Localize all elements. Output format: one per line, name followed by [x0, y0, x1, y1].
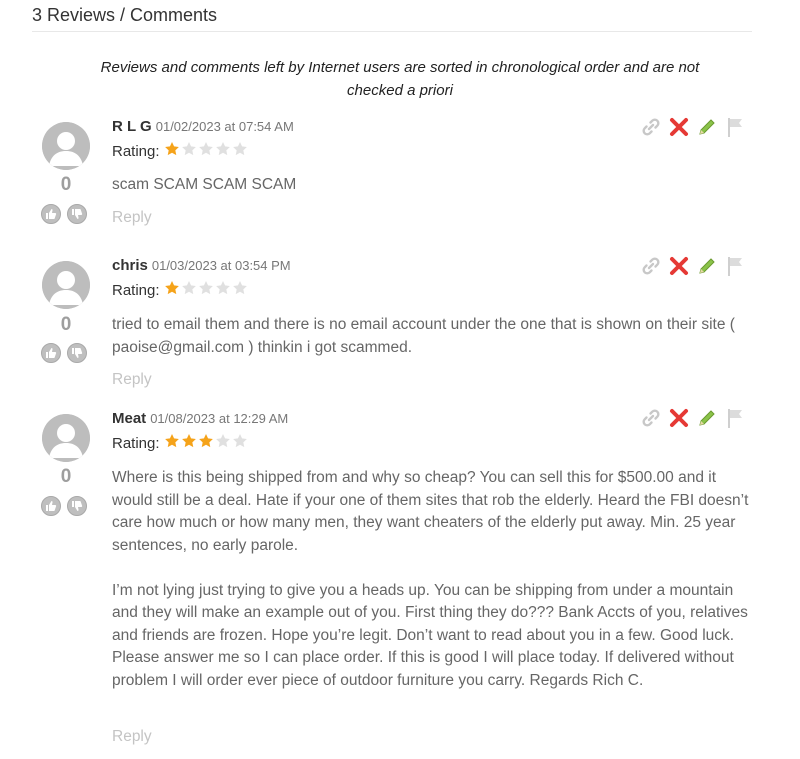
moderation-notice: Reviews and comments left by Internet us… [100, 59, 700, 99]
vote-count: 0 [60, 314, 72, 335]
reply-link[interactable]: Reply [112, 209, 152, 227]
comment-author: R L G [112, 118, 152, 135]
rating-stars [164, 280, 249, 300]
comment-author: chris [112, 257, 148, 274]
rating-label: Rating: [112, 281, 160, 299]
star-empty-icon [215, 433, 231, 453]
thumbs-down-icon[interactable] [67, 496, 87, 516]
delete-icon[interactable] [668, 255, 690, 277]
flag-icon[interactable] [724, 116, 746, 138]
comment-header: R L G 01/02/2023 at 07:54 AM [112, 118, 294, 135]
star-empty-icon [181, 280, 197, 300]
edit-icon[interactable] [696, 116, 718, 138]
star-filled-icon [164, 141, 180, 161]
rating-stars [164, 141, 249, 161]
comment-body: tried to email them and there is no emai… [112, 314, 752, 359]
avatar-icon [42, 261, 90, 309]
star-empty-icon [232, 280, 248, 300]
reply-link[interactable]: Reply [112, 371, 152, 389]
comment-paragraph: scam SCAM SCAM SCAM [112, 176, 297, 193]
thumbs-down-icon[interactable] [67, 343, 87, 363]
star-empty-icon [198, 141, 214, 161]
star-empty-icon [215, 141, 231, 161]
star-empty-icon [198, 280, 214, 300]
comment-actions [640, 116, 752, 138]
comment-paragraph: I’m not lying just trying to give you a … [112, 581, 748, 689]
delete-icon[interactable] [668, 407, 690, 429]
avatar-icon [42, 414, 90, 462]
delete-icon[interactable] [668, 116, 690, 138]
comments-section-title: 3 Reviews / Comments [32, 5, 218, 25]
star-empty-icon [181, 141, 197, 161]
comment-date: 01/02/2023 at 07:54 AM [155, 119, 294, 134]
rating-label: Rating: [112, 142, 160, 160]
flag-icon[interactable] [724, 255, 746, 277]
link-icon[interactable] [640, 255, 662, 277]
rating-label: Rating: [112, 434, 160, 452]
comment-body: Where is this being shipped from and why… [112, 467, 752, 692]
comment-date: 01/08/2023 at 12:29 AM [150, 411, 289, 426]
star-empty-icon [232, 433, 248, 453]
thumbs-up-icon[interactable] [41, 204, 61, 224]
vote-count: 0 [60, 466, 72, 487]
star-filled-icon [181, 433, 197, 453]
avatar-icon [42, 122, 90, 170]
link-icon[interactable] [640, 407, 662, 429]
thumbs-up-icon[interactable] [41, 496, 61, 516]
edit-icon[interactable] [696, 255, 718, 277]
star-empty-icon [232, 141, 248, 161]
comment-body: scam SCAM SCAM SCAM [112, 174, 752, 197]
comment-author: Meat [112, 410, 147, 427]
comment-header: chris 01/03/2023 at 03:54 PM [112, 257, 291, 274]
star-empty-icon [215, 280, 231, 300]
vote-count: 0 [60, 174, 72, 195]
star-filled-icon [198, 433, 214, 453]
title-divider [32, 31, 752, 32]
comment-actions [640, 255, 752, 277]
link-icon[interactable] [640, 116, 662, 138]
comment-rating: Rating: [112, 433, 249, 453]
comment-header: Meat 01/08/2023 at 12:29 AM [112, 410, 288, 427]
flag-icon[interactable] [724, 407, 746, 429]
comment-rating: Rating: [112, 141, 249, 161]
thumbs-up-icon[interactable] [41, 343, 61, 363]
comment-rating: Rating: [112, 280, 249, 300]
reply-link[interactable]: Reply [112, 728, 152, 746]
rating-stars [164, 433, 249, 453]
edit-icon[interactable] [696, 407, 718, 429]
comment-paragraph: tried to email them and there is no emai… [112, 316, 735, 356]
comment-paragraph: Where is this being shipped from and why… [112, 469, 749, 554]
star-filled-icon [164, 433, 180, 453]
star-filled-icon [164, 280, 180, 300]
thumbs-down-icon[interactable] [67, 204, 87, 224]
comment-actions [640, 407, 752, 429]
comment-date: 01/03/2023 at 03:54 PM [151, 258, 291, 273]
